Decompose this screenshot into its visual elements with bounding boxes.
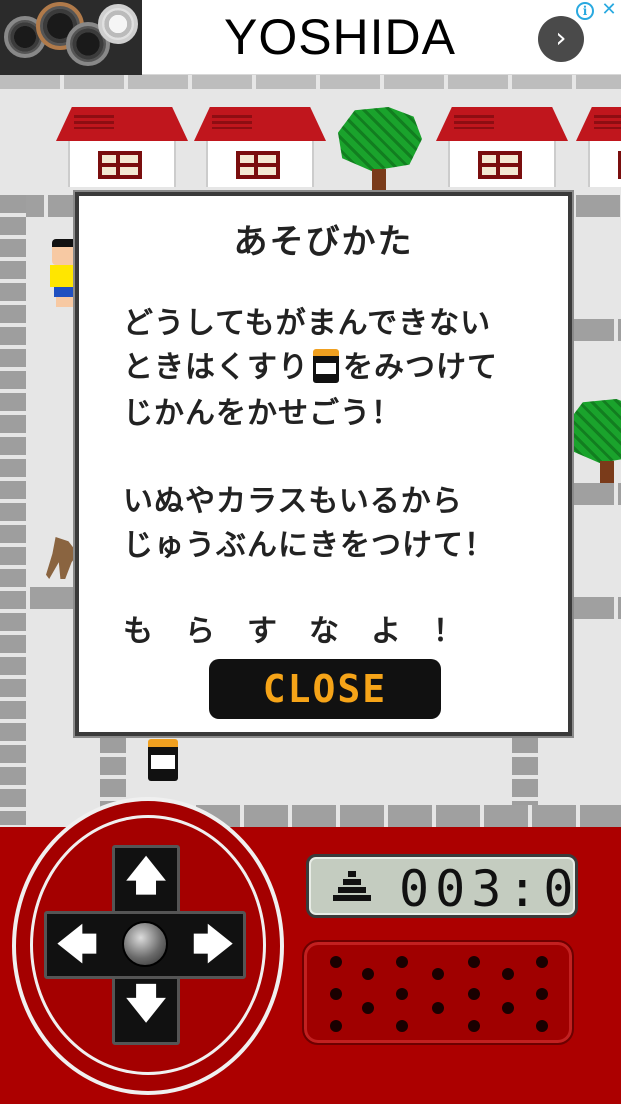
house	[194, 107, 326, 187]
up-arrow-button[interactable]: 🡅	[121, 851, 171, 901]
dialog-title: あそびかた	[233, 222, 414, 262]
wall	[30, 587, 80, 609]
ad-banner[interactable]: YOSHIDA › i ✕	[0, 0, 621, 75]
close-icon[interactable]: ✕	[599, 0, 619, 20]
dialog-text-line: どうしてもがまんできない	[123, 306, 492, 341]
left-arrow-button[interactable]: 🡄	[52, 920, 102, 970]
game-screen: { "ad": { "brand_text": "YOSHIDA", "go_i…	[0, 0, 621, 1104]
dialog-text-line: も ら す な よ ！	[123, 614, 464, 649]
ad-brand-text[interactable]: YOSHIDA	[150, 8, 530, 66]
wall	[570, 483, 621, 505]
how-to-play-dialog: あそびかた どうしてもがまんできない ときはくすり をみつけて じかんをかせごう！…	[75, 192, 572, 736]
counter-value: 003:0	[399, 860, 580, 918]
wall	[0, 195, 26, 825]
dog-enemy	[46, 537, 78, 579]
wall	[512, 735, 538, 805]
tree	[566, 399, 621, 485]
counter-display: 003:0	[306, 854, 578, 918]
medicine-icon	[313, 349, 339, 383]
wall	[570, 597, 621, 619]
info-icon[interactable]: i	[576, 2, 594, 20]
ad-watch-image[interactable]	[0, 0, 142, 75]
poop-icon	[333, 871, 371, 905]
dpad-center-button[interactable]	[122, 921, 168, 967]
speaker-grille	[302, 940, 574, 1045]
house	[56, 107, 188, 187]
down-arrow-button[interactable]: 🡇	[121, 979, 171, 1029]
chevron-right-icon[interactable]: ›	[538, 16, 584, 62]
house	[436, 107, 568, 187]
top-wall	[0, 75, 621, 89]
tree	[338, 107, 422, 193]
medicine-item	[148, 739, 178, 781]
watch-icon	[98, 4, 138, 44]
right-arrow-button[interactable]: 🡆	[188, 920, 238, 970]
dialog-text-line: じかんをかせごう！	[123, 396, 402, 431]
controller-panel: 🡅 🡇 🡄 🡆 003:0	[0, 797, 621, 1104]
house	[576, 107, 621, 187]
dialog-text-line: じゅうぶんにきをつけて！	[123, 528, 495, 563]
dialog-text-line: ときはくすり をみつけて	[123, 349, 498, 385]
close-button[interactable]: CLOSE	[209, 659, 441, 719]
wall	[570, 319, 621, 341]
wall	[100, 735, 126, 805]
dialog-text-line: いぬやカラスもいるから	[123, 484, 463, 519]
